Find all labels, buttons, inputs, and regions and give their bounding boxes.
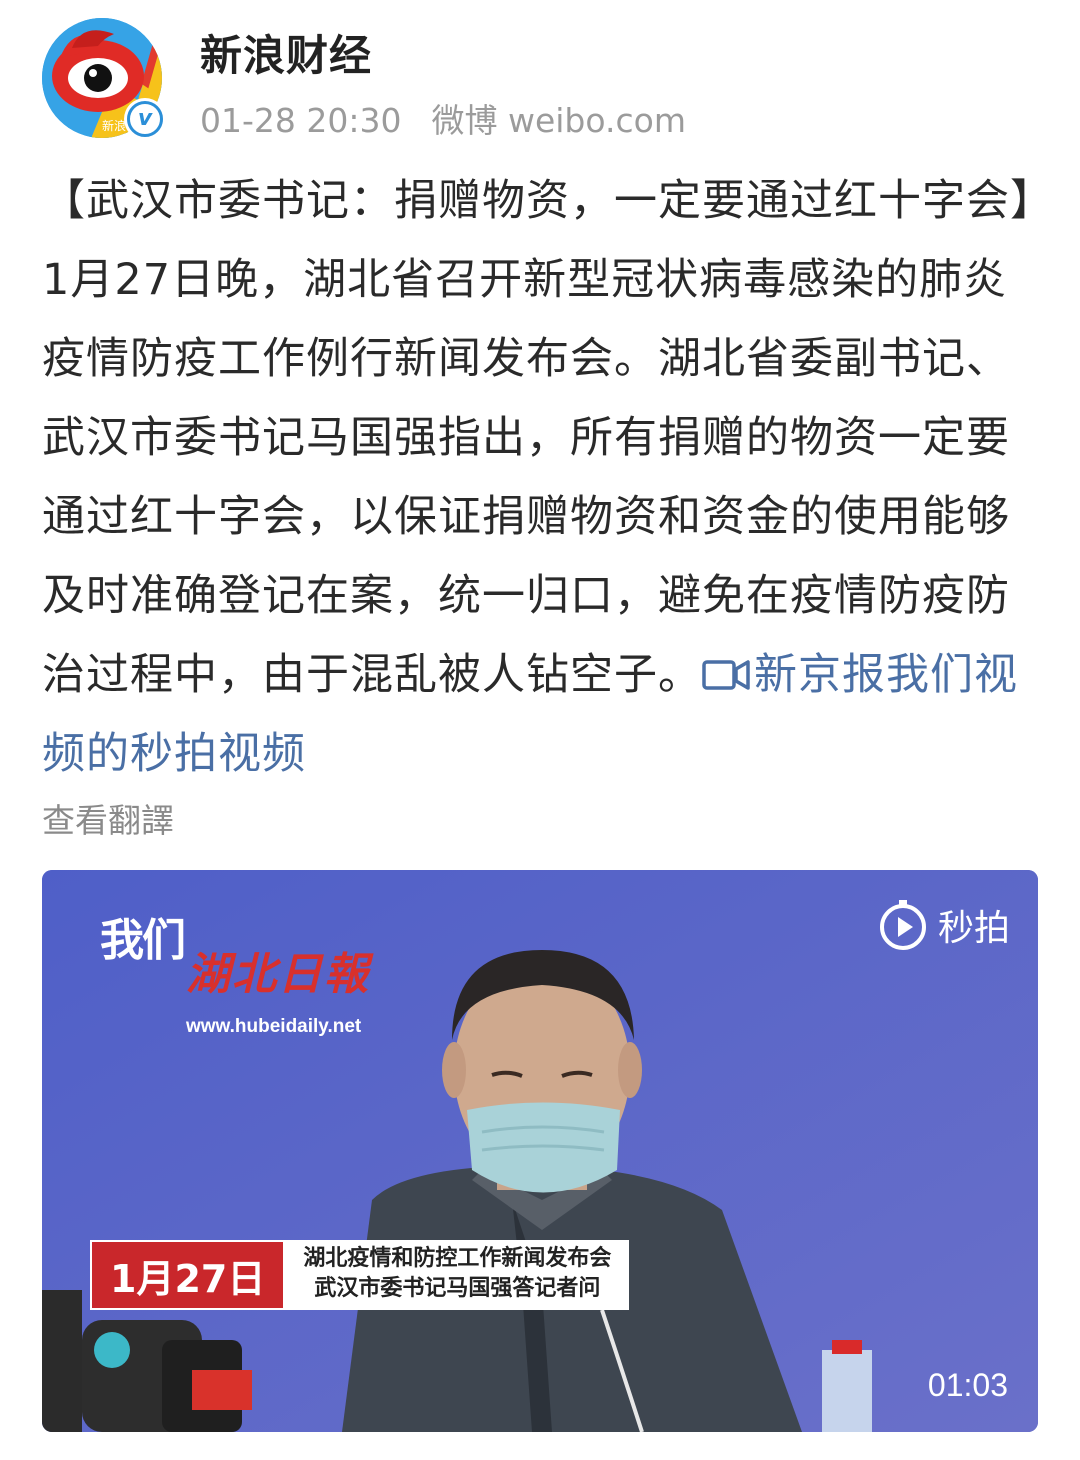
hubei-daily-url: www.hubeidaily.net <box>186 1016 362 1037</box>
wevideo-hubei-daily-logo: 我们 湖北日報 www.hubeidaily.net <box>100 904 430 1037</box>
avatar[interactable]: 新浪 v <box>42 18 166 140</box>
post-source: 微博 weibo.com <box>431 101 686 140</box>
verified-badge-icon: v <box>124 98 166 140</box>
caption-date: 1月27日 <box>90 1240 286 1310</box>
caption-line-2: 武汉市委书记马国强答记者问 <box>314 1276 601 1301</box>
post-timestamp: 01-28 20:30 <box>200 101 402 140</box>
post-body: 【武汉市委书记：捐赠物资，一定要通过红十字会】1月27日晚，湖北省召开新型冠状病… <box>42 162 1042 794</box>
hubei-daily-logo-text: 湖北日報 <box>186 949 370 1000</box>
caption-text: 湖北疫情和防控工作新闻发布会 武汉市委书记马国强答记者问 <box>285 1240 630 1310</box>
video-player[interactable]: 我们 湖北日報 www.hubeidaily.net 秒拍 1月27日 湖北疫情… <box>42 870 1038 1432</box>
translate-link[interactable]: 查看翻譯 <box>42 794 174 842</box>
miaopai-watermark: 秒拍 <box>876 898 1010 952</box>
miaopai-play-icon <box>879 900 926 950</box>
video-camera-icon <box>702 660 750 690</box>
video-caption-bar: 1月27日 湖北疫情和防控工作新闻发布会 武汉市委书记马国强答记者问 <box>90 1240 630 1310</box>
username[interactable]: 新浪财经 <box>200 22 372 83</box>
post-meta: 01-28 20:30 微博 weibo.com <box>200 94 716 142</box>
wevideo-logo-text: 我们 <box>100 915 186 966</box>
post-header: 新浪 v 新浪财经 01-28 20:30 微博 weibo.com <box>0 0 1080 150</box>
video-duration: 01:03 <box>927 1367 1008 1403</box>
post-text: 【武汉市委书记：捐赠物资，一定要通过红十字会】1月27日晚，湖北省召开新型冠状病… <box>42 176 1033 700</box>
avatar-badge-text: 新浪 <box>102 118 126 133</box>
miaopai-label: 秒拍 <box>937 908 1010 949</box>
caption-line-1: 湖北疫情和防控工作新闻发布会 <box>303 1246 612 1271</box>
